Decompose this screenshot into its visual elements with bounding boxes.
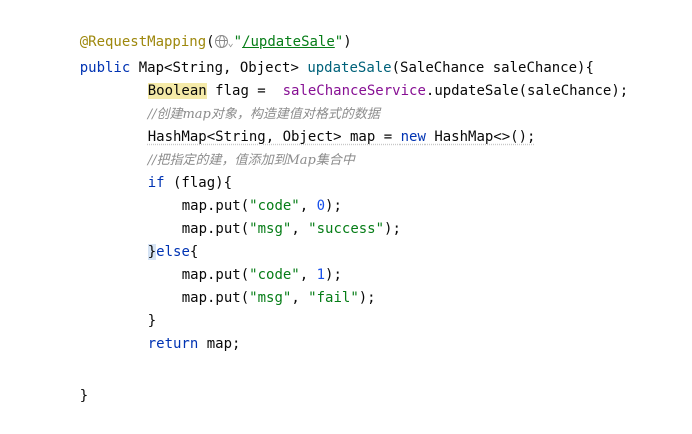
code-line-16: } xyxy=(79,388,89,404)
code-line-9: map.put("msg", "success"); xyxy=(181,221,401,237)
code-line-13: } xyxy=(147,313,157,329)
code-line-5: HashMap<String, Object> map = new HashMa… xyxy=(147,129,536,145)
code-comment-1: //创建map对象，构造建值对格式的数据 xyxy=(147,107,380,122)
code-line-7: if (flag){ xyxy=(147,175,233,191)
code-line-14: return map; xyxy=(147,336,241,352)
code-comment-2: //把指定的建，值添加到Map集合中 xyxy=(147,153,355,168)
code-line-12: map.put("msg", "fail"); xyxy=(181,290,376,306)
code-line-10: }else{ xyxy=(147,244,199,260)
code-line-2: public Map<String, Object> updateSale(Sa… xyxy=(79,60,594,76)
code-line-11: map.put("code", 1); xyxy=(181,267,342,283)
code-line-1: @RequestMapping(⌄"/updateSale") xyxy=(79,34,352,50)
code-line-3: Boolean flag = saleChanceService.updateS… xyxy=(147,83,629,99)
code-line-8: map.put("code", 0); xyxy=(181,198,342,214)
code-editor[interactable]: @RequestMapping(⌄"/updateSale") public M… xyxy=(0,0,692,434)
